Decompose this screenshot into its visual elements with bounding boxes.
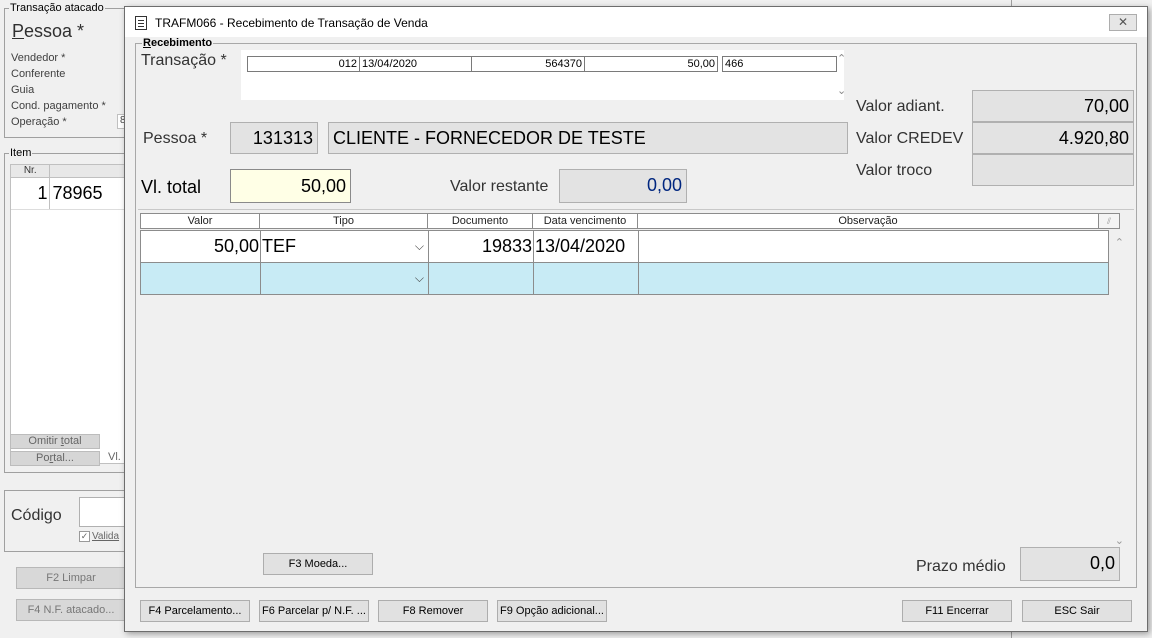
portal-button[interactable]: Portal...	[10, 451, 100, 466]
transacao-valor[interactable]: 50,00	[584, 56, 718, 72]
encerrar-button[interactable]: F11 Encerrar	[902, 600, 1012, 622]
nf-atacado-button[interactable]: F4 N.F. atacado...	[16, 599, 126, 621]
guia-label: Guia	[11, 84, 35, 96]
transacao-data[interactable]: 13/04/2020	[359, 56, 472, 72]
column-header-data-vencimento[interactable]: Data vencimento	[532, 213, 638, 229]
chevron-down-icon[interactable]: ⌵	[415, 263, 424, 294]
parcelar-nf-button[interactable]: F6 Parcelar p/ N.F. ...	[259, 600, 369, 622]
cell-valor[interactable]	[140, 262, 261, 295]
chevron-down-icon[interactable]: ⌄	[1115, 534, 1124, 547]
cell-data-vencimento[interactable]: 13/04/2020	[533, 230, 639, 263]
opcao-adicional-button[interactable]: F9 Opção adicional...	[497, 600, 607, 622]
pessoa-code-field: 131313	[230, 122, 318, 154]
moeda-button[interactable]: F3 Moeda...	[263, 553, 373, 575]
transacao-label: Transação *	[141, 52, 227, 69]
valor-adiant-field: 70,00	[972, 90, 1134, 122]
item-header-nr: Nr.	[11, 165, 51, 177]
chevron-down-icon[interactable]: ⌵	[415, 231, 424, 262]
cond-pagamento-label: Cond. pagamento *	[11, 100, 106, 112]
item-group-title: Item	[9, 147, 33, 159]
sair-button[interactable]: ESC Sair	[1022, 600, 1132, 622]
omitir-total-button[interactable]: Omitir total	[10, 434, 100, 449]
column-header-tipo[interactable]: Tipo	[259, 213, 428, 229]
vl-label: Vl.	[108, 451, 121, 463]
valor-credev-label: Valor CREDEV	[856, 130, 964, 147]
valor-restante-field: 0,00	[559, 169, 687, 203]
cell-observacao[interactable]	[638, 230, 1109, 263]
column-header-valor[interactable]: Valor	[140, 213, 260, 229]
pessoa-name-field: CLIENTE - FORNECEDOR DE TESTE	[328, 122, 848, 154]
recebimento-group: Recebimento Transação * 012 13/04/2020 5…	[135, 37, 1137, 588]
cell-documento[interactable]: 19833	[428, 230, 534, 263]
vl-total-input[interactable]: 50,00	[230, 169, 351, 203]
cell-valor[interactable]: 50,00	[140, 230, 261, 263]
document-icon	[135, 16, 147, 30]
cell-documento[interactable]	[428, 262, 534, 295]
cell-tipo[interactable]: ⌵	[260, 262, 429, 295]
parcelamento-button[interactable]: F4 Parcelamento...	[140, 600, 250, 622]
valida-checkbox[interactable]: ✓ Valida	[79, 531, 119, 542]
pessoa-label: Pessoa *	[143, 130, 208, 147]
column-header-observacao[interactable]: Observação	[637, 213, 1099, 229]
transacao-filial[interactable]: 012	[247, 56, 360, 72]
recebimento-dialog: TRAFM066 - Recebimento de Transação de V…	[124, 6, 1148, 632]
transacao-codigo[interactable]: 466	[722, 56, 837, 72]
transacao-row[interactable]: 012 13/04/2020 564370 50,00 466	[247, 56, 837, 72]
prazo-medio-field: 0,0	[1020, 547, 1120, 581]
operacao-label: Operação *	[11, 116, 67, 128]
valor-adiant-label: Valor adiant.	[856, 98, 945, 115]
remover-button[interactable]: F8 Remover	[378, 600, 488, 622]
group-title: Transação atacado	[9, 2, 105, 14]
item-nr: 1	[11, 178, 51, 209]
chevron-down-icon[interactable]: ⌄	[837, 84, 846, 97]
chevron-up-icon[interactable]: ⌃	[1115, 236, 1124, 249]
table-row[interactable]: ⌵	[140, 262, 1109, 296]
transacao-numero[interactable]: 564370	[471, 56, 585, 72]
valor-credev-field: 4.920,80	[972, 122, 1134, 154]
codigo-label: Código	[11, 507, 62, 524]
cell-data-vencimento[interactable]	[533, 262, 639, 295]
title-bar[interactable]: TRAFM066 - Recebimento de Transação de V…	[125, 7, 1147, 37]
payment-grid: Valor Tipo Documento Data vencimento Obs…	[138, 209, 1134, 547]
valor-restante-label: Valor restante	[450, 178, 549, 195]
check-icon: ✓	[79, 531, 90, 542]
chevron-up-icon[interactable]: ⌃	[837, 52, 846, 65]
close-button[interactable]: ✕	[1109, 14, 1137, 31]
valor-troco-label: Valor troco	[856, 162, 933, 179]
valor-troco-field	[972, 154, 1134, 186]
cell-observacao[interactable]	[638, 262, 1109, 295]
grid-header: Valor Tipo Documento Data vencimento Obs…	[140, 213, 1120, 229]
pessoa-label: Pessoa *	[12, 21, 85, 41]
prazo-medio-label: Prazo médio	[916, 558, 1006, 575]
column-chooser-icon[interactable]: ⫽	[1098, 213, 1120, 229]
vendedor-label: Vendedor *	[11, 52, 66, 64]
cell-tipo[interactable]: TEF ⌵	[260, 230, 429, 263]
conferente-label: Conferente	[11, 68, 66, 80]
limpar-button[interactable]: F2 Limpar	[16, 567, 126, 589]
window-title: TRAFM066 - Recebimento de Transação de V…	[155, 16, 428, 30]
column-header-documento[interactable]: Documento	[427, 213, 533, 229]
vl-total-label: Vl. total	[141, 177, 202, 197]
recebimento-legend: Recebimento	[142, 37, 214, 49]
transacao-box: 012 13/04/2020 564370 50,00 466 ⌃ ⌄	[241, 50, 846, 100]
table-row[interactable]: 50,00 TEF ⌵ 19833 13/04/2020	[140, 230, 1109, 264]
